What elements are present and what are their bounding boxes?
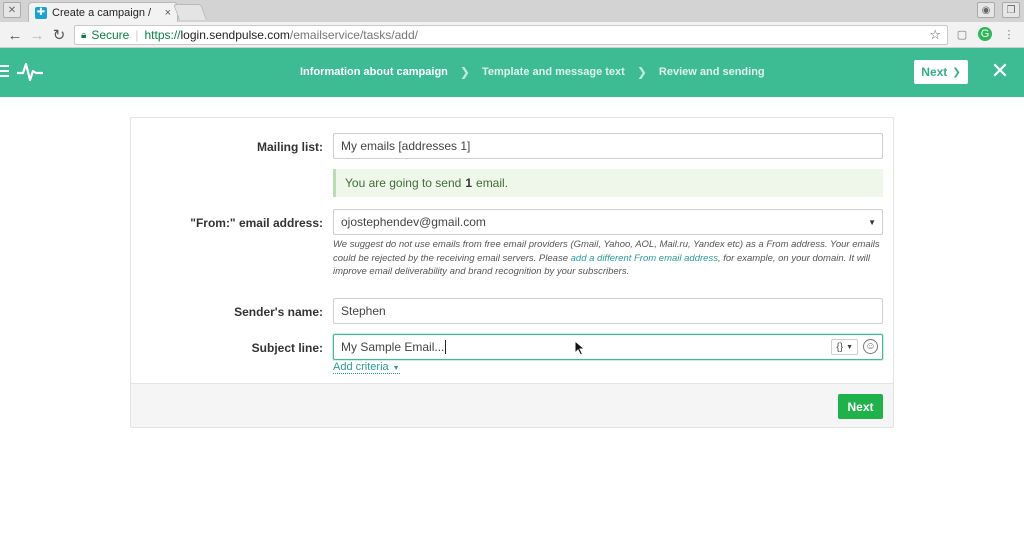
browser-tabstrip: ✕ ✚ Create a campaign / My × ◉ ❐ [0,0,1024,22]
variables-label: {} [836,341,844,353]
step-information[interactable]: Information about campaign [300,66,448,78]
from-email-select[interactable]: ojostephendev@gmail.com ▼ [333,209,883,235]
forward-arrow-icon[interactable]: → [28,26,46,44]
url-path: /emailservice/tasks/add/ [289,28,418,42]
back-arrow-icon[interactable]: ← [6,26,24,44]
tab-close-icon[interactable]: × [165,7,171,19]
secure-label: Secure [91,28,130,42]
sender-name-value: Stephen [341,304,386,318]
variables-dropdown[interactable]: {} ▼ [831,339,858,355]
address-separator: | [135,28,139,42]
campaign-form-card: Mailing list: My emails [addresses 1] Yo… [130,117,894,428]
sender-name-label: Sender's name: [234,305,323,319]
add-from-address-link[interactable]: add a different From email address [571,253,718,264]
step-template[interactable]: Template and message text [482,66,625,78]
url-host: login.sendpulse.com [180,28,290,42]
header-next-label: Next [921,65,948,79]
from-email-hint: We suggest do not use emails from free e… [333,238,883,279]
subject-line-input[interactable]: My Sample Email... {} ▼ ☺ [333,334,883,360]
close-icon[interactable]: ✕ [989,58,1011,83]
new-tab-button[interactable] [173,4,207,20]
chevron-right-icon: ❯ [952,66,961,78]
subject-line-label: Subject line: [251,341,323,355]
browser-tab[interactable]: ✚ Create a campaign / My × [28,2,178,22]
mailing-list-value: My emails [addresses 1] [341,139,471,153]
tab-title: Create a campaign / My [52,6,154,19]
sendpulse-favicon-icon: ✚ [35,6,47,19]
caret-down-icon: ▼ [392,365,400,372]
step-review[interactable]: Review and sending [659,66,765,78]
url-scheme: https:// [144,28,181,42]
caret-down-icon: ▼ [846,343,853,351]
emoji-icon[interactable]: ☺ [863,339,878,354]
chevron-right-icon: ❯ [459,65,470,79]
alert-suffix: email. [476,176,509,190]
app-header: Information about campaign ❯ Template an… [0,48,1024,97]
text-cursor [445,340,447,354]
pulse-logo-icon[interactable] [17,61,43,83]
add-criteria-label: Add criteria [333,361,389,373]
window-restore-icon[interactable]: ❐ [1002,2,1020,18]
menu-icon[interactable] [0,65,9,79]
caret-down-icon: ▼ [868,217,876,227]
add-criteria-link[interactable]: Add criteria ▼ [333,361,400,374]
chevron-right-icon: ❯ [636,65,647,79]
reload-icon[interactable]: ↻ [50,26,68,44]
bookmark-star-icon[interactable]: ☆ [929,27,941,43]
next-button[interactable]: Next [838,394,883,419]
grammarly-icon[interactable]: G [978,27,992,41]
incognito-icon: ◉ [977,2,995,18]
browser-menu-icon[interactable]: ⋮ [1002,27,1016,41]
alert-prefix: You are going to send [345,176,462,190]
header-next-button[interactable]: Next ❯ [914,60,968,84]
mailing-list-label: Mailing list: [257,140,323,154]
wizard-steps: Information about campaign ❯ Template an… [300,65,765,79]
mailing-list-select[interactable]: My emails [addresses 1] [333,133,883,159]
browser-toolbar: ← → ↻ 🔒︎ Secure | https:// login.sendpul… [0,22,1024,48]
from-email-value: ojostephendev@gmail.com [341,215,486,229]
form-footer [131,383,893,427]
from-email-label: "From:" email address: [190,216,323,230]
window-menu-icon[interactable]: ✕ [3,2,21,18]
sender-name-input[interactable]: Stephen [333,298,883,324]
lock-icon: 🔒︎ [81,29,87,41]
send-count-alert: You are going to send 1 email. [333,169,883,197]
alert-count: 1 [465,176,473,190]
subject-line-value: My Sample Email... [341,340,445,354]
mouse-cursor-icon [574,340,586,356]
extension-icon[interactable]: ▢ [955,27,969,41]
address-bar[interactable]: 🔒︎ Secure | https:// login.sendpulse.com… [74,25,948,45]
